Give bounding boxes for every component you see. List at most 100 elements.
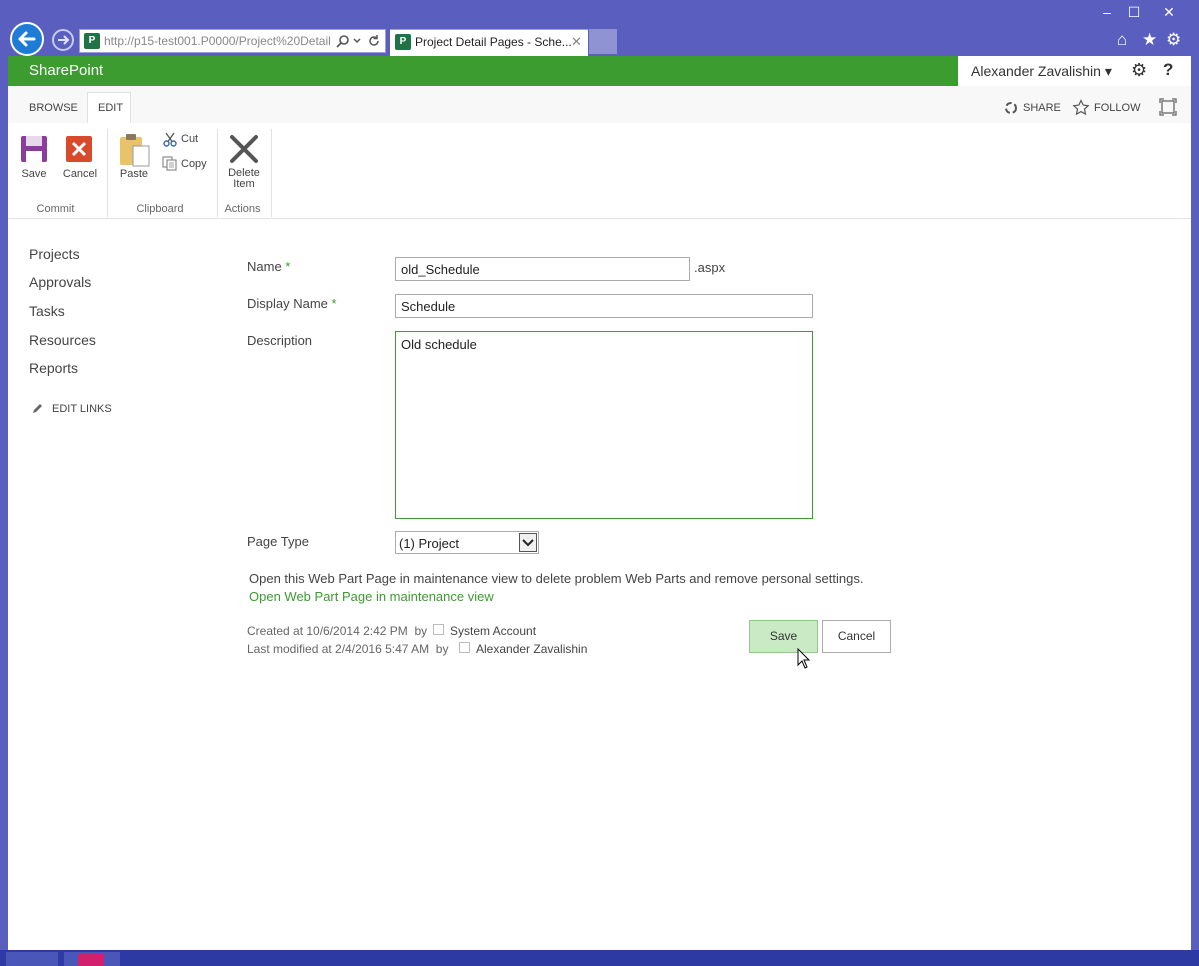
cancel-button[interactable]: Cancel <box>822 620 891 653</box>
url-text: http://p15-test001.P0000/Project%20Detai… <box>104 34 331 48</box>
user-menu[interactable]: Alexander Zavalishin ▾ <box>971 63 1112 80</box>
ribbon-divider <box>271 129 272 217</box>
chevron-down-icon <box>522 539 534 547</box>
cut-label: Cut <box>181 133 199 145</box>
page-type-value: (1) Project <box>399 536 459 551</box>
delete-label-line2: Item <box>233 178 255 190</box>
name-input[interactable] <box>395 257 690 281</box>
ribbon-save-button[interactable]: Save <box>17 135 51 195</box>
name-label-text: Name <box>247 259 282 274</box>
clipboard-paste-icon <box>120 134 150 167</box>
taskbar-app[interactable] <box>6 952 58 966</box>
copy-label: Copy <box>181 158 207 170</box>
nav-item-projects[interactable]: Projects <box>29 246 80 262</box>
nav-item-tasks[interactable]: Tasks <box>29 303 65 319</box>
pencil-icon <box>33 404 42 413</box>
modified-info: Last modified at 2/4/2016 5:47 AM by <box>247 642 449 656</box>
close-window-button[interactable]: ✕ <box>1156 2 1182 22</box>
ribbon-divider <box>107 129 108 217</box>
user-area: Alexander Zavalishin ▾ ⚙ ? <box>958 56 1191 86</box>
floppy-disk-icon <box>21 136 47 162</box>
nav-item-reports[interactable]: Reports <box>29 360 78 376</box>
maintenance-view-link[interactable]: Open Web Part Page in maintenance view <box>249 589 494 604</box>
cancel-label: Cancel <box>62 168 98 180</box>
ribbon-tab-bar: BROWSE EDIT SHARE FOLLOW <box>8 86 1191 124</box>
dropdown-button[interactable] <box>519 533 537 552</box>
page-type-select[interactable]: (1) Project <box>395 531 539 554</box>
delete-x-icon <box>230 135 258 163</box>
app-icon <box>78 954 104 966</box>
project-tab-icon: P <box>395 34 411 50</box>
maintenance-text: Open this Web Part Page in maintenance v… <box>249 571 864 586</box>
page-type-label: Page Type <box>247 534 309 549</box>
tab-edit-label: EDIT <box>98 102 124 114</box>
description-textarea[interactable]: Old schedule <box>395 331 813 519</box>
tab-close-icon[interactable]: ✕ <box>571 34 582 50</box>
taskbar-app[interactable] <box>64 952 120 966</box>
focus-on-content-icon[interactable] <box>1159 98 1177 116</box>
paste-label: Paste <box>119 168 149 180</box>
user-presence-icon <box>433 624 444 635</box>
mouse-cursor-icon <box>797 648 811 669</box>
copy-icon <box>162 156 177 171</box>
user-presence-icon <box>459 642 470 653</box>
new-tab-button[interactable] <box>589 29 617 54</box>
edit-links-button[interactable]: EDIT LINKS <box>31 401 121 417</box>
suite-bar: SharePoint Alexander Zavalishin ▾ ⚙ ? <box>8 56 1191 86</box>
nav-item-resources[interactable]: Resources <box>29 332 96 348</box>
ribbon: Save Cancel Commit Paste Cut Copy Clipbo… <box>8 123 1191 219</box>
created-info: Created at 10/6/2014 2:42 PM by <box>247 624 428 638</box>
ribbon-cut-button[interactable]: Cut <box>161 131 206 149</box>
tab-browse[interactable]: BROWSE <box>29 102 78 114</box>
ribbon-paste-button[interactable]: Paste <box>116 133 152 195</box>
scissors-icon <box>163 132 177 147</box>
share-button[interactable]: SHARE <box>1023 102 1061 114</box>
minimize-button[interactable]: – <box>1094 2 1120 22</box>
arrow-left-icon <box>18 31 36 47</box>
forward-button[interactable] <box>52 29 74 51</box>
star-icon <box>1072 99 1090 116</box>
address-bar[interactable]: P http://p15-test001.P0000/Project%20Det… <box>79 29 386 53</box>
maximize-button[interactable]: ☐ <box>1121 2 1147 22</box>
taskbar <box>0 950 1199 966</box>
description-label: Description <box>247 333 313 348</box>
tab-edit[interactable]: EDIT <box>87 92 131 124</box>
search-icon[interactable] <box>336 34 350 48</box>
help-icon[interactable]: ? <box>1163 60 1173 80</box>
home-icon[interactable]: ⌂ <box>1117 30 1127 50</box>
arrow-right-icon <box>58 35 70 45</box>
ribbon-delete-item-button[interactable]: Delete Item <box>222 134 266 198</box>
aspx-suffix: .aspx <box>694 260 726 275</box>
ribbon-cancel-button[interactable]: Cancel <box>62 135 98 195</box>
name-label: Name * <box>247 259 290 274</box>
ribbon-copy-button[interactable]: Copy <box>161 155 211 173</box>
group-commit-label: Commit <box>36 203 75 215</box>
display-name-input[interactable] <box>395 294 813 318</box>
share-icon <box>1005 102 1017 114</box>
settings-gear-icon[interactable]: ⚙ <box>1131 60 1147 81</box>
display-name-label-text: Display Name <box>247 296 328 311</box>
project-site-icon: P <box>84 33 100 49</box>
tools-icon[interactable]: ⚙ <box>1166 30 1181 50</box>
created-by-user[interactable]: System Account <box>450 624 536 638</box>
follow-button[interactable]: FOLLOW <box>1094 102 1140 114</box>
group-actions-label: Actions <box>224 203 261 215</box>
edit-links-label: EDIT LINKS <box>52 403 112 415</box>
required-mark: * <box>331 296 337 311</box>
nav-item-approvals[interactable]: Approvals <box>29 274 91 290</box>
back-button[interactable] <box>10 22 44 56</box>
display-name-label: Display Name * <box>247 296 337 311</box>
cancel-x-icon <box>66 136 92 162</box>
browser-tab-active[interactable]: P Project Detail Pages - Sche... ✕ <box>390 29 588 56</box>
refresh-icon[interactable] <box>367 34 381 48</box>
modified-by-user[interactable]: Alexander Zavalishin <box>476 642 587 656</box>
tab-title: Project Detail Pages - Sche... <box>415 35 572 49</box>
required-mark: * <box>285 259 291 274</box>
favorites-icon[interactable]: ★ <box>1142 30 1157 50</box>
sharepoint-brand[interactable]: SharePoint <box>29 62 103 79</box>
group-clipboard-label: Clipboard <box>136 203 184 215</box>
browser-chrome: – ☐ ✕ P http://p15-test001.P0000/Project… <box>0 0 1199 56</box>
chevron-down-icon[interactable] <box>353 37 361 45</box>
save-label: Save <box>21 168 47 180</box>
ribbon-divider <box>217 129 218 217</box>
